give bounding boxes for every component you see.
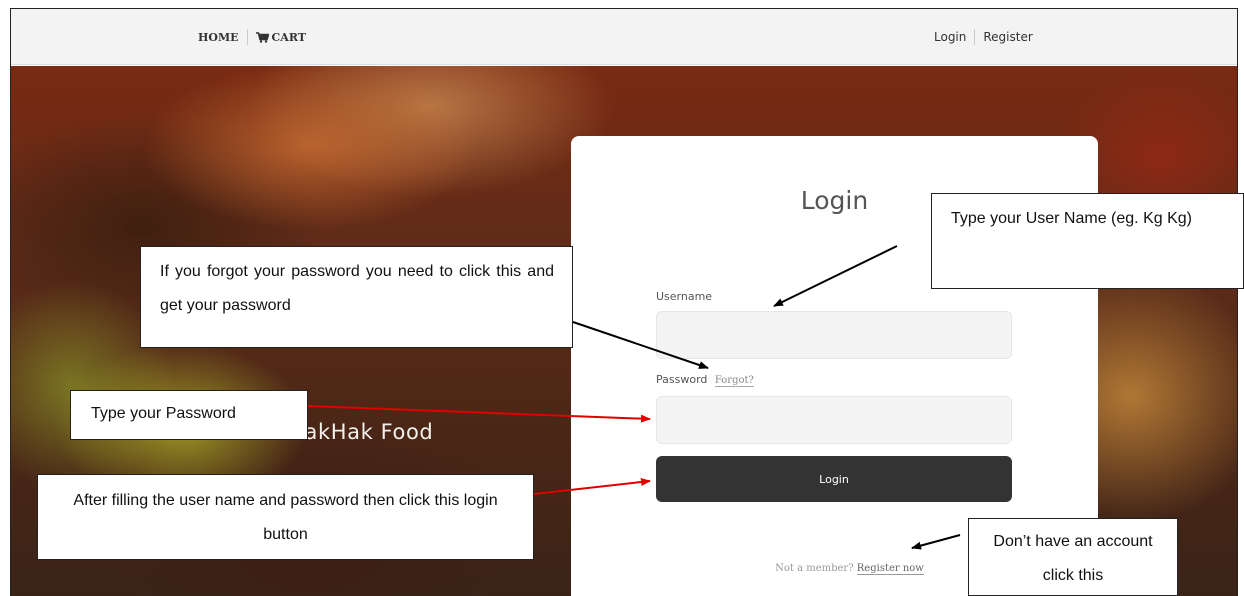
top-navbar: HOME CART Login Register	[11, 9, 1237, 65]
callout-register-text: Don’t have an account click this	[993, 533, 1153, 584]
cart-icon	[255, 31, 269, 43]
password-label-row: Password Forgot?	[656, 373, 754, 387]
nav-home-link[interactable]: HOME	[198, 31, 239, 44]
not-member-text: Not a member?	[775, 563, 854, 574]
callout-forgot-text: If you forgot your password you need to …	[160, 263, 554, 314]
nav-register-link[interactable]: Register	[983, 30, 1032, 44]
forgot-password-link[interactable]: Forgot?	[714, 375, 754, 387]
callout-username-text: Type your User Name (eg. Kg Kg)	[951, 210, 1192, 227]
callout-login-text: After filling the user name and password…	[73, 492, 498, 543]
nav-cart-link[interactable]: CART	[255, 30, 306, 44]
nav-cart-label: CART	[271, 30, 306, 44]
nav-left: HOME CART	[198, 29, 306, 45]
callout-forgot: If you forgot your password you need to …	[140, 246, 573, 348]
login-button[interactable]: Login	[656, 456, 1012, 502]
password-label: Password	[656, 373, 708, 386]
callout-password: Type your Password	[70, 390, 308, 440]
password-input[interactable]	[656, 396, 1012, 444]
callout-login: After filling the user name and password…	[37, 474, 534, 560]
callout-username: Type your User Name (eg. Kg Kg)	[931, 193, 1244, 289]
nav-right: Login Register	[934, 29, 1033, 45]
nav-divider	[974, 29, 976, 45]
nav-login-link[interactable]: Login	[934, 30, 966, 44]
username-label: Username	[656, 290, 713, 303]
nav-divider	[246, 29, 248, 45]
callout-password-text: Type your Password	[91, 405, 236, 422]
username-input[interactable]	[656, 311, 1012, 359]
register-now-link[interactable]: Register now	[856, 563, 924, 575]
callout-register: Don’t have an account click this	[968, 518, 1178, 596]
